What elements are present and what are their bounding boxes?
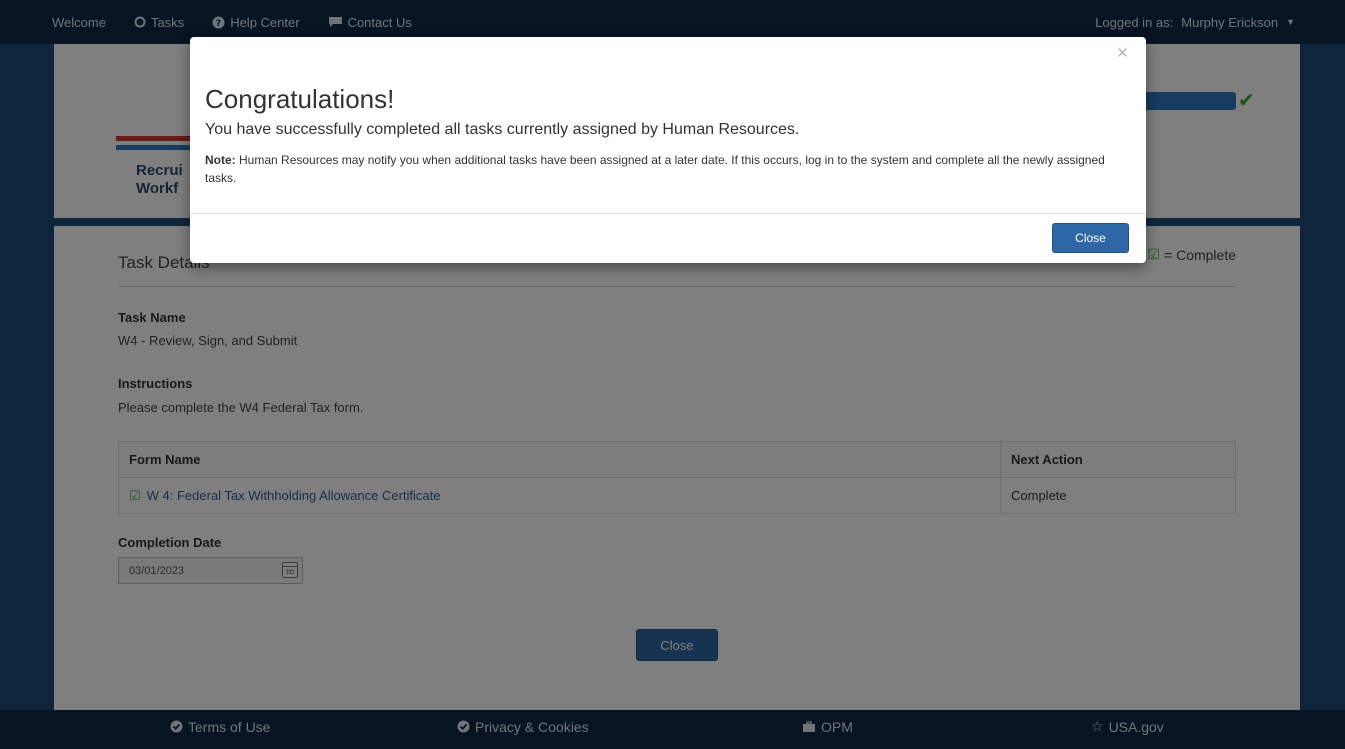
modal-note: Note: Human Resources may notify you whe… <box>205 151 1125 187</box>
modal-subtitle: You have successfully completed all task… <box>205 121 800 138</box>
congratulations-modal: × Congratulations! You have successfully… <box>190 37 1146 263</box>
modal-title: Congratulations! <box>205 84 395 114</box>
modal-divider <box>190 213 1146 214</box>
close-icon[interactable]: × <box>1117 43 1128 65</box>
modal-note-text: Human Resources may notify you when addi… <box>205 153 1105 185</box>
modal-close-button[interactable]: Close <box>1052 223 1129 253</box>
modal-note-label: Note: <box>205 153 236 167</box>
